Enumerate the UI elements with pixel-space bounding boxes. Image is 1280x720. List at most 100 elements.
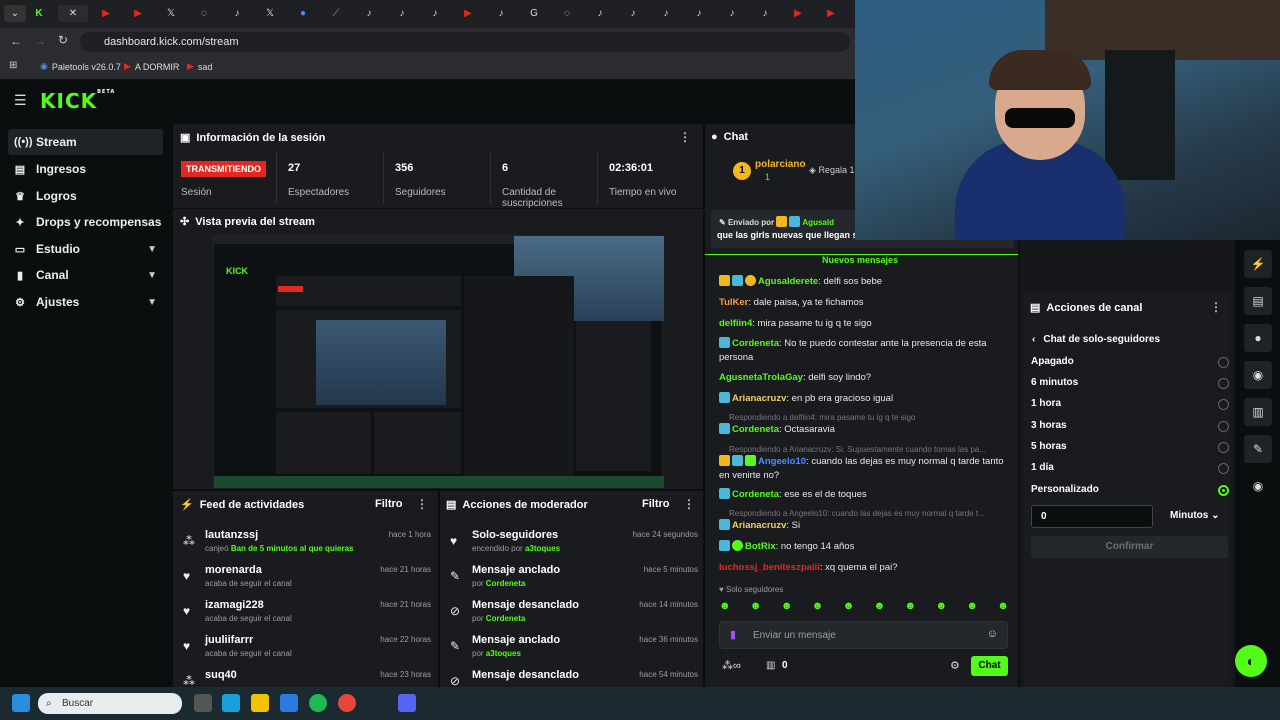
tab-kick[interactable]: K: [28, 5, 50, 22]
chrome-icon[interactable]: [338, 694, 356, 712]
radio-button[interactable]: [1218, 442, 1229, 453]
task-view-icon[interactable]: [194, 694, 212, 712]
youtube-tab-icon[interactable]: ▶: [127, 5, 149, 22]
kick-logo[interactable]: KICKBETA: [40, 89, 115, 113]
windows-start-icon[interactable]: [12, 694, 30, 712]
emote-icon[interactable]: ☻: [997, 600, 1009, 614]
microphone-icon[interactable]: ▮: [730, 628, 736, 641]
x-tab-icon[interactable]: 𝕏: [259, 5, 281, 22]
tiktok-tab-icon[interactable]: ♪: [358, 5, 380, 22]
reply-context[interactable]: Respondiendo a Arianacruzv: Si. Supuesta…: [729, 445, 1009, 454]
emote-icon[interactable]: ☻: [966, 600, 978, 614]
radio-button[interactable]: [1218, 399, 1229, 410]
option-5-horas[interactable]: 5 horas: [1031, 441, 1229, 453]
filter-button[interactable]: Filtro: [642, 498, 670, 510]
broadcast-icon[interactable]: ◉: [1244, 361, 1272, 389]
chat-username[interactable]: Cordeneta: [732, 338, 779, 349]
apps-icon[interactable]: ⊞: [9, 60, 17, 71]
tab-icon[interactable]: ●: [292, 5, 314, 22]
url-field[interactable]: dashboard.kick.com/stream: [80, 32, 850, 52]
emote-icon[interactable]: ☻: [935, 600, 947, 614]
radio-button[interactable]: [1218, 378, 1229, 389]
taskbar-search[interactable]: ⌕ Buscar: [38, 693, 182, 714]
option-apagado[interactable]: Apagado: [1031, 356, 1229, 368]
back-to-actions-button[interactable]: ‹ Chat de solo-seguidores: [1032, 334, 1160, 345]
chat-username[interactable]: Cordeneta: [732, 424, 779, 435]
spotify-icon[interactable]: [309, 694, 327, 712]
chat-username[interactable]: Arianacruzv: [732, 393, 786, 404]
chat-username[interactable]: BotRix: [745, 541, 776, 552]
more-options-icon[interactable]: ⋮: [679, 130, 691, 144]
tiktok-tab-icon[interactable]: ♪: [754, 5, 776, 22]
menu-icon[interactable]: ☰: [14, 92, 27, 109]
tiktok-tab-icon[interactable]: ♪: [655, 5, 677, 22]
emoji-icon[interactable]: ☺: [987, 628, 998, 640]
forward-icon[interactable]: →: [34, 34, 46, 48]
send-chat-button[interactable]: Chat: [971, 656, 1008, 676]
mod-user[interactable]: a3toques: [486, 649, 521, 658]
reply-context[interactable]: Respondiendo a Angeelo10: cuando las dej…: [729, 509, 1009, 518]
sidebar-item-logros[interactable]: ♛ Logros: [8, 183, 163, 209]
tiktok-tab-icon[interactable]: ♪: [721, 5, 743, 22]
custom-duration-input[interactable]: 0: [1031, 505, 1153, 528]
youtube-tab-icon[interactable]: ▶: [95, 5, 117, 22]
support-icon[interactable]: ◐: [1235, 645, 1267, 677]
emote-icon[interactable]: ☻: [812, 600, 824, 614]
tiktok-tab-icon[interactable]: ♪: [226, 5, 248, 22]
layout-icon[interactable]: ▥: [1244, 398, 1272, 426]
tiktok-tab-icon[interactable]: ♪: [589, 5, 611, 22]
chat-username[interactable]: luchossj_beniteszpaiii: [719, 562, 820, 573]
top-gifter-name[interactable]: polarciano: [755, 159, 806, 170]
file-explorer-icon[interactable]: [251, 694, 269, 712]
emote-icon[interactable]: ☻: [719, 600, 731, 614]
gear-icon[interactable]: ⚙: [950, 659, 960, 672]
bookmark-item[interactable]: ◉ Paletools v26.0.7: [40, 61, 121, 72]
chat-bubble-icon[interactable]: ●: [1244, 324, 1272, 352]
feed-username[interactable]: izamagi228: [205, 599, 264, 611]
more-options-icon[interactable]: ⋮: [683, 497, 695, 511]
tiktok-tab-icon[interactable]: ♪: [490, 5, 512, 22]
document-icon[interactable]: ▤: [1244, 287, 1272, 315]
radio-button[interactable]: [1218, 421, 1229, 432]
emote-icon[interactable]: ☻: [905, 600, 917, 614]
chat-username[interactable]: Cordeneta: [732, 489, 779, 500]
reload-icon[interactable]: ↻: [58, 33, 68, 47]
option-1-dia[interactable]: 1 día: [1031, 462, 1229, 474]
chat-username[interactable]: Angeelo10: [758, 456, 806, 467]
tab-icon[interactable]: ◌: [556, 5, 578, 22]
feed-username[interactable]: morenarda: [205, 564, 262, 576]
youtube-tab-icon[interactable]: ▶: [820, 5, 842, 22]
option-3-horas[interactable]: 3 horas: [1031, 420, 1229, 432]
youtube-tab-icon[interactable]: ▶: [457, 5, 479, 22]
emote-icon[interactable]: ☻: [781, 600, 793, 614]
emote-icon[interactable]: ☻: [874, 600, 886, 614]
more-options-icon[interactable]: ⋮: [416, 497, 428, 511]
chat-username[interactable]: Arianacruzv: [732, 520, 786, 531]
discord-icon[interactable]: [398, 694, 416, 712]
tab-active[interactable]: ✕: [58, 5, 88, 22]
back-icon[interactable]: ←: [10, 34, 22, 48]
chat-username[interactable]: delfiin4: [719, 318, 752, 329]
chat-username[interactable]: Agusalderete: [758, 276, 818, 287]
google-tab-icon[interactable]: G: [523, 5, 545, 22]
tiktok-tab-icon[interactable]: ♪: [391, 5, 413, 22]
tab-icon[interactable]: ⟋: [325, 5, 347, 22]
emote-icon[interactable]: ☻: [750, 600, 762, 614]
feed-username[interactable]: suq40: [205, 669, 237, 681]
tiktok-tab-icon[interactable]: ♪: [424, 5, 446, 22]
reply-context[interactable]: Respondiendo a delfiin4: mira pasame tu …: [729, 413, 1009, 422]
radio-button[interactable]: [1218, 357, 1229, 368]
gift-subs-button[interactable]: ◈ Regala 1: [809, 165, 854, 176]
wrench-icon[interactable]: ✎: [1244, 435, 1272, 463]
option-6-minutos[interactable]: 6 minutos: [1031, 377, 1229, 389]
mod-user[interactable]: a3toques: [525, 544, 560, 553]
mod-user[interactable]: Cordeneta: [486, 579, 526, 588]
confirm-button[interactable]: Confirmar: [1031, 536, 1228, 558]
sidebar-item-drops[interactable]: ✦ Drops y recompensas: [8, 209, 163, 235]
mod-user[interactable]: Cordeneta: [486, 614, 526, 623]
sidebar-item-ingresos[interactable]: ▤ Ingresos: [8, 156, 163, 182]
tab-icon[interactable]: ◌: [193, 5, 215, 22]
more-options-icon[interactable]: ⋮: [1210, 300, 1222, 314]
option-personalizado[interactable]: Personalizado: [1031, 484, 1229, 496]
points-icon[interactable]: ⁂∞: [722, 659, 741, 672]
